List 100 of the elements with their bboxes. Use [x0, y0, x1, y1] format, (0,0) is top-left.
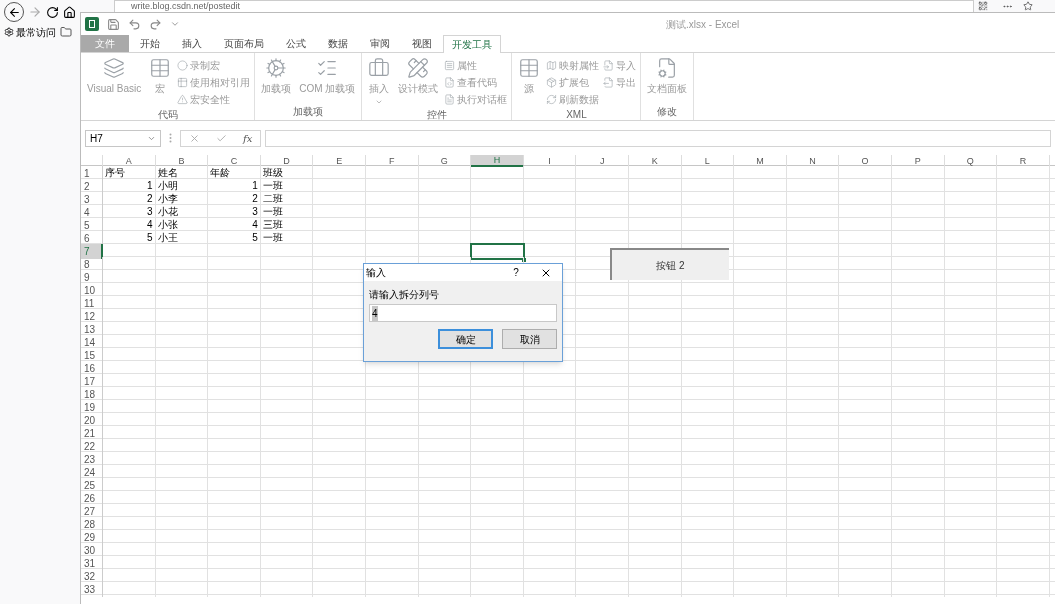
row-header[interactable]: 24 [81, 465, 103, 480]
row-header[interactable]: 32 [81, 569, 103, 584]
row-header[interactable]: 8 [81, 257, 103, 272]
column-header[interactable]: H [471, 155, 524, 167]
address-field[interactable]: write.blog.csdn.net/postedit [114, 0, 974, 12]
row-header[interactable]: 22 [81, 439, 103, 454]
redo-icon[interactable] [149, 17, 162, 31]
save-icon[interactable] [107, 17, 120, 31]
formula-input[interactable] [265, 129, 1051, 147]
row-header[interactable]: 4 [81, 205, 103, 220]
table-cell-text: 小李 [156, 192, 179, 206]
row-header[interactable]: 12 [81, 309, 103, 324]
row-header[interactable]: 14 [81, 335, 103, 350]
bookmark-star-icon[interactable] [1023, 1, 1033, 11]
fill-handle[interactable] [521, 258, 526, 262]
input-field[interactable]: 4 [369, 304, 557, 322]
table-cell-text: 小花 [156, 205, 179, 219]
ribbon-tab[interactable]: 数据 [317, 35, 359, 52]
ribbon-tab[interactable]: 审阅 [359, 35, 401, 52]
row-header[interactable]: 5 [81, 218, 103, 233]
bookmark-item[interactable]: 最常访问 [4, 24, 56, 40]
home-button[interactable] [63, 5, 76, 19]
toolbox-icon [368, 57, 391, 79]
column-header[interactable]: K [628, 155, 682, 167]
dialog-button[interactable]: 确定 [438, 329, 493, 349]
row-header[interactable]: 11 [81, 296, 103, 311]
reload-button[interactable] [46, 5, 59, 19]
qr-code-icon[interactable] [978, 1, 988, 11]
column-header[interactable]: N [786, 155, 840, 167]
row-header[interactable]: 1 [81, 166, 103, 181]
row-header[interactable]: 20 [81, 413, 103, 428]
insert-function-button[interactable]: fx [243, 130, 253, 146]
ribbon-tab[interactable]: 公式 [275, 35, 317, 52]
column-header[interactable]: J [576, 155, 629, 167]
row-header[interactable]: 30 [81, 543, 103, 558]
row-header[interactable]: 29 [81, 530, 103, 545]
column-header[interactable]: M [734, 155, 787, 167]
table-cell-text: 一班 [261, 205, 284, 219]
ribbon-tab[interactable]: 开始 [129, 35, 171, 52]
refresh-icon [546, 93, 558, 105]
row-header[interactable]: 25 [81, 478, 103, 493]
row-header[interactable]: 15 [81, 348, 103, 363]
customize-icon[interactable] [170, 19, 180, 29]
column-header[interactable]: A [103, 155, 156, 167]
dialog-button[interactable]: 取消 [502, 329, 557, 349]
help-button[interactable]: ? [502, 265, 530, 280]
group-label: 加载项 [292, 105, 325, 119]
record-icon [177, 59, 189, 71]
sheet-button[interactable]: 按钮 2 [610, 248, 729, 280]
column-header[interactable]: E [313, 155, 366, 167]
folder-icon[interactable] [60, 26, 72, 38]
column-header[interactable]: F [365, 155, 419, 167]
column-header[interactable]: D [260, 155, 314, 167]
row-header[interactable]: 28 [81, 517, 103, 532]
column-header[interactable]: O [839, 155, 892, 167]
ribbon-tab[interactable]: 视图 [401, 35, 443, 52]
gear-icon [265, 57, 288, 79]
column-header[interactable]: C [208, 155, 261, 167]
row-header[interactable]: 27 [81, 504, 103, 519]
row-header[interactable]: 17 [81, 374, 103, 389]
row-header[interactable]: 19 [81, 400, 103, 415]
ribbon-tab[interactable]: 页面布局 [213, 35, 275, 52]
name-box[interactable]: H7 [85, 129, 161, 147]
row-header[interactable]: 26 [81, 491, 103, 506]
column-header[interactable]: P [891, 155, 945, 167]
gear-icon [4, 27, 14, 37]
cancel-icon[interactable] [189, 132, 200, 144]
row-header[interactable]: 23 [81, 452, 103, 467]
export-icon [603, 76, 615, 88]
excel-logo-icon [85, 17, 99, 31]
row-header[interactable]: 2 [81, 179, 103, 194]
window-title: 测试.xlsx - Excel [666, 17, 740, 32]
table-cell-text: 5 [146, 231, 154, 245]
row-header[interactable]: 21 [81, 426, 103, 441]
column-header[interactable]: R [997, 155, 1050, 167]
enter-icon[interactable] [216, 132, 227, 144]
row-header[interactable]: 7 [81, 244, 103, 259]
group-label: 修改 [656, 105, 679, 119]
row-header[interactable]: 33 [81, 582, 103, 597]
table-icon [149, 57, 172, 79]
column-header[interactable]: L [681, 155, 735, 167]
row-header[interactable]: 13 [81, 322, 103, 337]
column-header[interactable]: B [155, 155, 209, 167]
group-label: 代码 [156, 108, 179, 122]
table-cell-text: 5 [251, 231, 259, 245]
row-header[interactable]: 3 [81, 192, 103, 207]
row-header[interactable]: 16 [81, 361, 103, 376]
undo-icon[interactable] [128, 17, 141, 31]
code-icon [444, 76, 456, 88]
table-cell-text: 三班 [261, 218, 284, 232]
row-header[interactable]: 9 [81, 270, 103, 285]
row-header[interactable]: 10 [81, 283, 103, 298]
column-header[interactable]: I [523, 155, 577, 167]
row-header[interactable]: 18 [81, 387, 103, 402]
row-header[interactable]: 31 [81, 556, 103, 571]
drag-handle-icon[interactable] [169, 133, 172, 143]
ribbon-tab[interactable]: 开发工具 [443, 35, 501, 53]
table-icon [518, 57, 541, 79]
column-header[interactable]: Q [944, 155, 998, 167]
ribbon-tab[interactable]: 插入 [171, 35, 213, 52]
